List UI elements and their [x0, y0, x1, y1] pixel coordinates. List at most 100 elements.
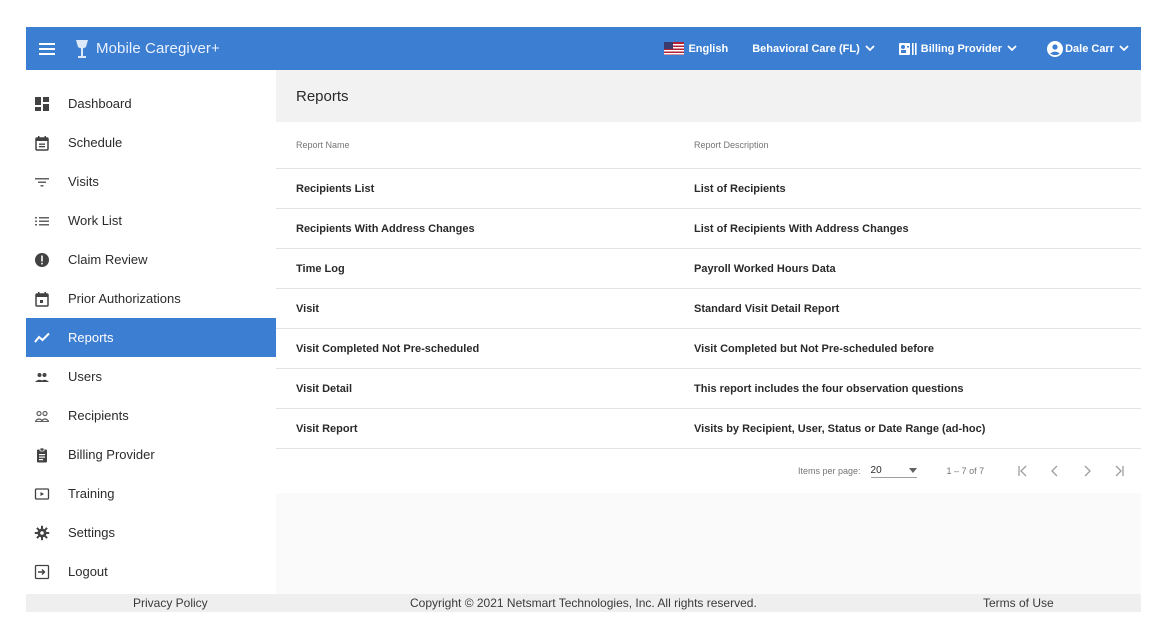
dashboard-icon: [35, 96, 49, 111]
sidebar-item-training[interactable]: Training: [26, 474, 276, 513]
report-description: This report includes the four observatio…: [694, 382, 964, 395]
first-page-button[interactable]: [1016, 464, 1030, 478]
last-page-button[interactable]: [1112, 464, 1126, 478]
brand-logo-icon: [76, 39, 88, 58]
terms-of-use-link[interactable]: Terms of Use: [983, 596, 1054, 610]
table-row[interactable]: Visit Completed Not Pre-scheduled Visit …: [276, 329, 1141, 369]
table-row[interactable]: Visit Standard Visit Detail Report: [276, 289, 1141, 329]
table-row[interactable]: Recipients List List of Recipients: [276, 169, 1141, 209]
range-label: 1 – 7 of 7: [946, 466, 985, 476]
report-description: List of Recipients: [694, 182, 786, 195]
previous-page-button[interactable]: [1048, 464, 1062, 478]
users-icon: [35, 372, 49, 382]
user-name: Dale Carr: [1065, 42, 1114, 55]
alert-circle-icon: [35, 252, 49, 267]
trend-icon: [34, 332, 50, 343]
sidebar-item-billing-provider[interactable]: Billing Provider: [26, 435, 276, 474]
sidebar-item-users[interactable]: Users: [26, 357, 276, 396]
copyright-text: Copyright © 2021 Netsmart Technologies, …: [410, 596, 757, 610]
account-circle-icon: [1047, 40, 1064, 57]
privacy-policy-link[interactable]: Privacy Policy: [133, 596, 208, 610]
paginator: Items per page: 20 1 – 7 of 7: [276, 449, 1141, 493]
sidebar-item-label: Billing Provider: [68, 447, 155, 462]
language-selector[interactable]: English: [664, 27, 728, 70]
table-row[interactable]: Visit Report Visits by Recipient, User, …: [276, 409, 1141, 449]
table-row[interactable]: Recipients With Address Changes List of …: [276, 209, 1141, 249]
column-header-report-name[interactable]: Report Name: [276, 140, 694, 150]
chevron-down-icon: [1119, 45, 1129, 52]
list-icon: [35, 216, 49, 225]
training-icon: [34, 487, 50, 500]
reports-card: Reports Report Name Report Description R…: [276, 70, 1141, 493]
id-card-icon: [898, 42, 917, 55]
chevron-down-icon: [865, 45, 875, 52]
page-size-value: 20: [870, 464, 882, 476]
sidebar-item-label: Reports: [68, 330, 114, 345]
hamburger-icon: [39, 42, 55, 55]
sidebar-item-dashboard[interactable]: Dashboard: [26, 84, 276, 123]
report-description: Visits by Recipient, User, Status or Dat…: [694, 422, 986, 435]
menu-button[interactable]: [30, 27, 64, 70]
sidebar-item-label: Work List: [68, 213, 122, 228]
sidebar-item-label: Users: [68, 369, 102, 384]
page-title: Reports: [276, 70, 1141, 122]
sidebar-item-label: Claim Review: [68, 252, 148, 267]
sidebar-item-logout[interactable]: Logout: [26, 552, 276, 591]
gear-icon: [34, 525, 50, 540]
report-name: Visit Report: [296, 422, 358, 435]
recipients-icon: [35, 410, 49, 422]
top-bar: Mobile Caregiver+ English Behavioral Car…: [26, 27, 1141, 70]
report-description: Visit Completed but Not Pre-scheduled be…: [694, 342, 934, 355]
last-page-icon: [1115, 465, 1124, 477]
sidebar-item-label: Dashboard: [68, 96, 132, 111]
sidebar-item-reports[interactable]: Reports: [26, 318, 276, 357]
report-description: Payroll Worked Hours Data: [694, 262, 836, 275]
chevron-right-icon: [1084, 465, 1091, 477]
items-per-page-label: Items per page:: [798, 466, 861, 476]
sidebar-item-label: Settings: [68, 525, 115, 540]
report-name: Visit Detail: [296, 382, 353, 395]
report-name: Visit Completed Not Pre-scheduled: [296, 342, 480, 355]
table-row[interactable]: Time Log Payroll Worked Hours Data: [276, 249, 1141, 289]
sidebar-item-label: Prior Authorizations: [68, 291, 181, 306]
sidebar-item-label: Logout: [68, 564, 108, 579]
brand[interactable]: Mobile Caregiver+: [74, 38, 220, 60]
user-menu[interactable]: Dale Carr: [1047, 27, 1129, 70]
billing-provider-selector[interactable]: Billing Provider: [898, 27, 1017, 70]
app-name: Mobile Caregiver+: [96, 40, 220, 57]
first-page-icon: [1018, 465, 1027, 477]
app-frame: Mobile Caregiver+ English Behavioral Car…: [26, 27, 1141, 612]
sidebar-item-recipients[interactable]: Recipients: [26, 396, 276, 435]
sidebar-item-work-list[interactable]: Work List: [26, 201, 276, 240]
table-row[interactable]: Visit Detail This report includes the fo…: [276, 369, 1141, 409]
main-content: Reports Report Name Report Description R…: [276, 70, 1141, 594]
report-name: Recipients With Address Changes: [296, 222, 475, 235]
sidebar-item-visits[interactable]: Visits: [26, 162, 276, 201]
sidebar-item-schedule[interactable]: Schedule: [26, 123, 276, 162]
sidebar-item-settings[interactable]: Settings: [26, 513, 276, 552]
report-name: Visit: [296, 302, 320, 315]
page-size-select[interactable]: 20: [870, 464, 917, 478]
dropdown-arrow-icon: [908, 467, 917, 473]
billing-provider-label: Billing Provider: [920, 42, 1003, 55]
sidebar-item-label: Visits: [68, 174, 99, 189]
sidebar-item-label: Recipients: [68, 408, 129, 423]
table-header: Report Name Report Description: [276, 122, 1141, 169]
calendar-event-icon: [35, 291, 49, 307]
column-header-report-description[interactable]: Report Description: [694, 140, 1141, 150]
us-flag-icon: [664, 42, 685, 55]
organization-selector[interactable]: Behavioral Care (FL): [752, 27, 875, 70]
calendar-icon: [35, 135, 49, 151]
report-name: Time Log: [296, 262, 345, 275]
chevron-left-icon: [1051, 465, 1058, 477]
report-description: Standard Visit Detail Report: [694, 302, 840, 315]
clipboard-icon: [37, 447, 47, 462]
next-page-button[interactable]: [1080, 464, 1094, 478]
report-name: Recipients List: [296, 182, 375, 195]
logout-icon: [34, 564, 50, 579]
chevron-down-icon: [1007, 45, 1017, 52]
sidebar-item-claim-review[interactable]: Claim Review: [26, 240, 276, 279]
sidebar: Dashboard Schedule Visits Work List Clai…: [26, 70, 276, 594]
sidebar-item-prior-authorizations[interactable]: Prior Authorizations: [26, 279, 276, 318]
report-description: List of Recipients With Address Changes: [694, 222, 909, 235]
